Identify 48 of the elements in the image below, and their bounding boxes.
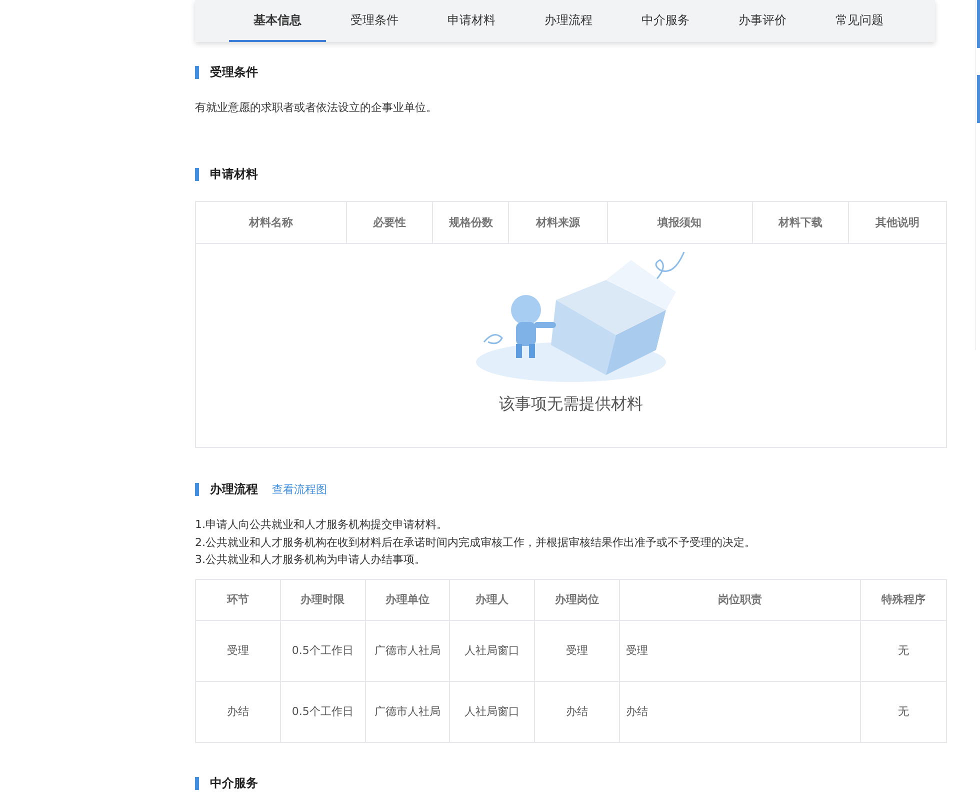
- table-cell-text: 无: [897, 704, 910, 720]
- column-header: 必要性: [346, 202, 434, 243]
- section-title: 中介服务: [210, 775, 258, 792]
- table-cell: 人社局窗口: [450, 682, 536, 742]
- table-cell: 受理: [196, 620, 281, 680]
- section-title: 申请材料: [210, 166, 258, 182]
- tab[interactable]: 申请材料: [423, 0, 520, 42]
- section-marker: [195, 482, 199, 496]
- column-header: 材料来源: [509, 202, 608, 243]
- column-header: 办理时限: [280, 580, 366, 620]
- table-cell: 办结: [620, 682, 862, 742]
- column-header: 环节: [196, 580, 281, 620]
- column-header: 办理单位: [366, 580, 450, 620]
- column-header: 材料名称: [196, 202, 347, 243]
- process-step: 2.公共就业和人才服务机构在收到材料后在承诺时间内完成审核工作，并根据审核结果作出准予或不予受理的决定。: [195, 534, 947, 551]
- table-cell: 办结: [535, 682, 620, 742]
- column-header: 材料下载: [752, 202, 850, 243]
- column-header: 规格份数: [433, 202, 510, 243]
- section-marker: [195, 66, 199, 78]
- section-title: 办理流程: [210, 480, 258, 498]
- table-cell: 办结: [196, 682, 281, 742]
- tab[interactable]: 受理条件: [326, 0, 423, 42]
- column-header: 其他说明: [874, 215, 921, 231]
- table-cell: 0.5个工作日: [280, 620, 366, 680]
- process-step: 1.申请人向公共就业和人才服务机构提交申请材料。: [195, 516, 947, 534]
- tab[interactable]: 常见问题: [811, 0, 908, 42]
- table-cell-text: 无: [897, 642, 910, 658]
- table-cell: 广德市人社局: [366, 620, 450, 680]
- process-step: 3.公共就业和人才服务机构为申请人办结事项。: [195, 551, 947, 568]
- table-cell: 0.5个工作日: [280, 682, 366, 742]
- condition-text: 有就业意愿的求职者或者依法设立的企事业单位。: [195, 100, 438, 115]
- column-header: 特殊程序: [880, 592, 927, 608]
- empty-state-message: 该事项无需提供材料: [499, 394, 643, 415]
- table-cell: 广德市人社局: [366, 682, 450, 742]
- section-marker: [195, 777, 199, 790]
- column-header: 办理人: [450, 580, 536, 620]
- tab[interactable]: 办事评价: [714, 0, 811, 42]
- table-cell: 受理: [535, 620, 620, 680]
- table-cell: 人社局窗口: [450, 620, 536, 680]
- section-marker: [195, 168, 199, 180]
- column-header: 岗位职责: [620, 580, 862, 620]
- section-title: 受理条件: [210, 64, 258, 80]
- tab[interactable]: 中介服务: [617, 0, 714, 42]
- tab[interactable]: 基本信息: [229, 0, 326, 42]
- column-header: 办理岗位: [535, 580, 620, 620]
- column-header: 填报须知: [608, 202, 752, 243]
- tab[interactable]: 办理流程: [520, 0, 617, 42]
- table-cell: 受理: [620, 620, 862, 680]
